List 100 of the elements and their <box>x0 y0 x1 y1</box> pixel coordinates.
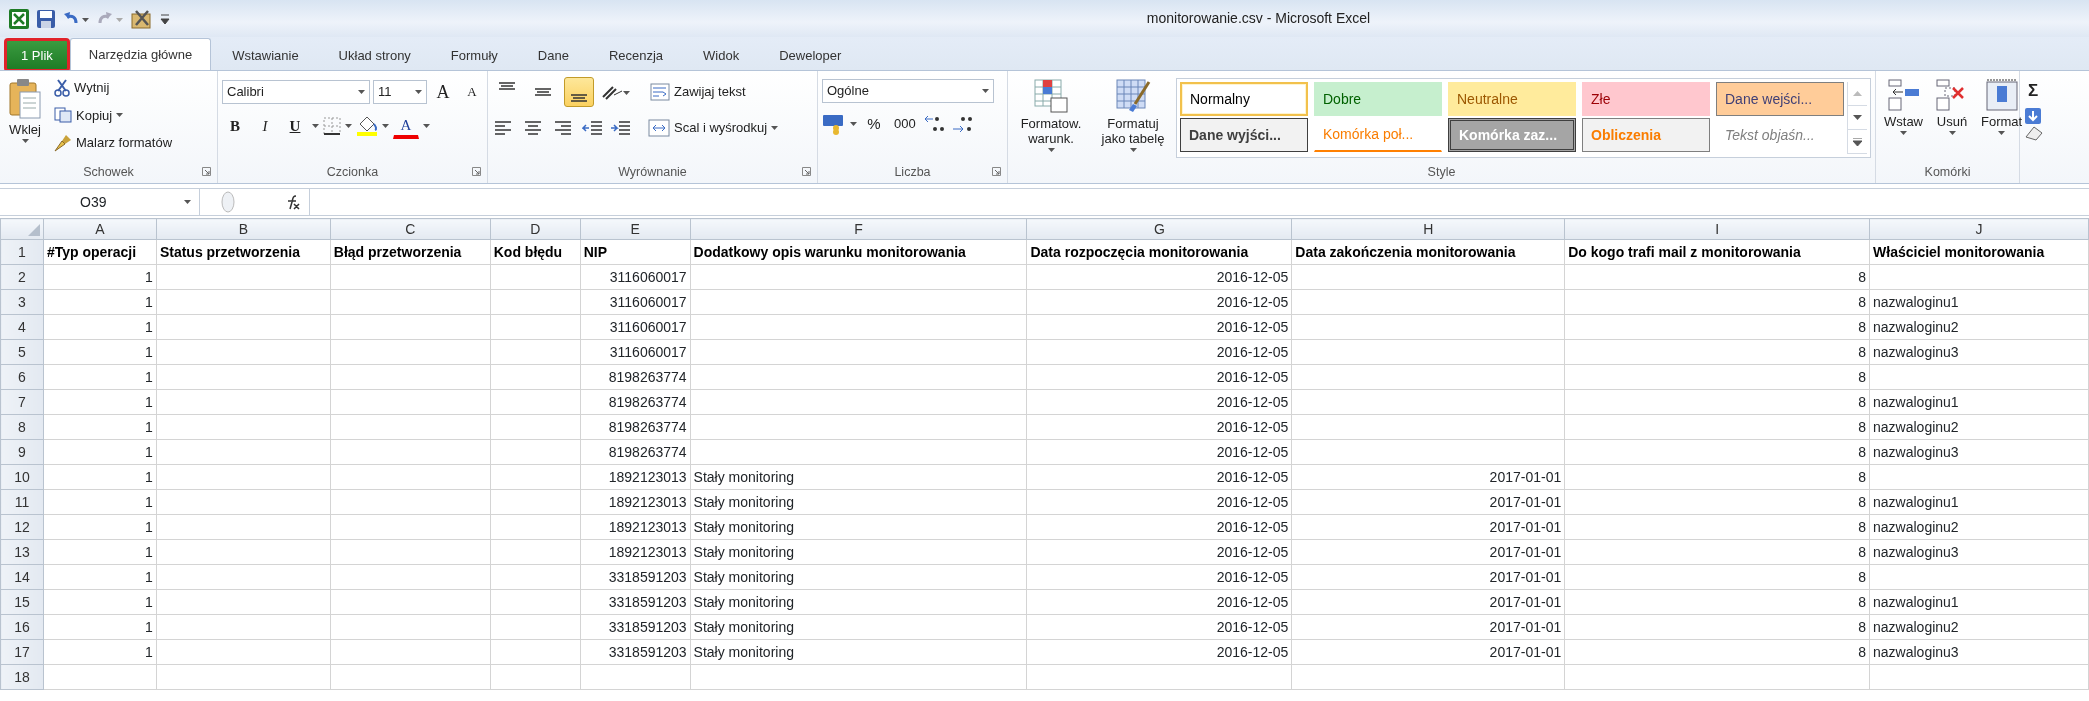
cell-style[interactable]: Dobre <box>1314 82 1442 116</box>
cell-style[interactable]: Dane wejści... <box>1716 82 1844 116</box>
ribbon-tab[interactable]: Narzędzia główne <box>69 38 212 70</box>
borders-icon[interactable] <box>323 117 341 135</box>
row-header[interactable]: 14 <box>0 564 44 590</box>
column-header[interactable]: F <box>690 218 1027 240</box>
cell-style[interactable]: Tekst objaśn... <box>1716 118 1844 152</box>
thousands-separator-button[interactable]: 000 <box>891 111 919 137</box>
row-header[interactable]: 1 <box>0 239 44 265</box>
column-header[interactable]: I <box>1564 218 1870 240</box>
spreadsheet-icon[interactable] <box>8 7 30 30</box>
column-header[interactable]: E <box>580 218 691 240</box>
caret-icon[interactable] <box>358 90 365 94</box>
caret-icon[interactable] <box>1900 131 1907 135</box>
shrink-font-button[interactable]: A <box>459 79 485 105</box>
autosum-button[interactable]: Σ <box>2024 75 2086 107</box>
row-header[interactable]: 8 <box>0 414 44 440</box>
ribbon-tab[interactable]: Wstawianie <box>213 40 318 70</box>
column-header[interactable]: G <box>1026 218 1292 240</box>
row-header[interactable]: 5 <box>0 339 44 365</box>
number-format-field[interactable]: Ogólne <box>822 79 994 103</box>
copy-button[interactable]: Kopiuj <box>50 102 177 128</box>
format-as-table-button[interactable]: Formatuj jako tabelę <box>1094 75 1172 161</box>
column-header[interactable]: D <box>490 218 581 240</box>
row-header[interactable]: 12 <box>0 514 44 540</box>
dialog-launcher-icon[interactable] <box>472 167 481 176</box>
font-size-field[interactable]: 11 <box>373 80 427 104</box>
ribbon-tab[interactable]: Układ strony <box>319 40 430 70</box>
paste-button[interactable]: Wklej <box>4 75 46 161</box>
row-header[interactable]: 9 <box>0 439 44 465</box>
row-header[interactable]: 16 <box>0 614 44 640</box>
format-cells-button[interactable]: Format <box>1977 75 2027 161</box>
row-header[interactable]: 11 <box>0 489 44 515</box>
row-header[interactable]: 3 <box>0 289 44 315</box>
conditional-formatting-button[interactable]: Formatow. warunk. <box>1012 75 1090 161</box>
caret-icon[interactable] <box>21 139 29 143</box>
font-color-button[interactable]: A <box>393 113 419 139</box>
row-header[interactable]: 4 <box>0 314 44 340</box>
ribbon-tab[interactable]: Deweloper <box>760 40 861 70</box>
caret-icon[interactable] <box>312 124 319 128</box>
fill-down-icon[interactable] <box>2024 106 2042 125</box>
cell-style[interactable]: Dane wyjści... <box>1180 118 1308 152</box>
column-header[interactable]: J <box>1869 218 2089 240</box>
cut-button[interactable]: Wytnij <box>50 75 177 101</box>
dialog-launcher-icon[interactable] <box>992 167 1001 176</box>
caret-icon[interactable] <box>423 124 430 128</box>
percent-button[interactable]: % <box>861 111 887 137</box>
function-icon[interactable] <box>285 194 301 210</box>
font-name-field[interactable]: Calibri <box>222 80 370 104</box>
ribbon-tab[interactable]: Dane <box>518 40 588 70</box>
name-box[interactable]: O39 <box>0 189 200 215</box>
column-header[interactable]: A <box>43 218 157 240</box>
cell-style[interactable]: Normalny <box>1180 82 1308 116</box>
caret-icon[interactable] <box>184 200 191 204</box>
row-header[interactable]: 18 <box>0 664 44 690</box>
caret-icon[interactable] <box>415 90 422 94</box>
delete-cells-button[interactable]: Usuń <box>1931 75 1973 161</box>
cell-style[interactable]: Neutralne <box>1448 82 1576 116</box>
cell-style[interactable]: Złe <box>1582 82 1710 116</box>
wrap-text-button[interactable]: Zawijaj tekst <box>646 79 750 105</box>
column-header[interactable]: H <box>1291 218 1565 240</box>
currency-icon[interactable] <box>822 113 846 135</box>
caret-icon[interactable] <box>116 113 124 118</box>
caret-icon[interactable] <box>1129 148 1137 152</box>
row-header[interactable]: 15 <box>0 589 44 615</box>
save-icon[interactable] <box>36 8 56 29</box>
bold-button[interactable]: B <box>222 113 248 139</box>
fill-color-icon[interactable] <box>356 115 378 137</box>
grow-font-button[interactable]: A <box>430 79 456 105</box>
column-header[interactable]: B <box>156 218 331 240</box>
ribbon-tab[interactable]: Widok <box>684 40 759 70</box>
scroll-down-icon[interactable] <box>1853 115 1862 120</box>
ribbon-tab[interactable]: Formuły <box>431 40 517 70</box>
orientation-icon[interactable] <box>600 83 630 101</box>
file-tab[interactable]: 1 Plik <box>6 40 68 70</box>
format-painter-button[interactable]: Malarz formatów <box>50 130 177 156</box>
underline-button[interactable]: U <box>282 113 308 139</box>
caret-icon[interactable] <box>1998 131 2006 135</box>
splitter-handle-icon[interactable] <box>221 191 235 213</box>
row-header[interactable]: 2 <box>0 264 44 290</box>
column-header[interactable]: C <box>330 218 491 240</box>
align-bottom-button[interactable] <box>564 77 594 107</box>
row-header[interactable]: 17 <box>0 639 44 665</box>
insert-cells-button[interactable]: Wstaw <box>1880 75 1927 161</box>
caret-icon[interactable] <box>982 89 989 93</box>
row-header[interactable]: 7 <box>0 389 44 415</box>
merge-center-button[interactable]: Scal i wyśrodkuj <box>644 115 783 141</box>
ribbon-tab[interactable]: Recenzja <box>589 40 683 70</box>
row-header[interactable]: 6 <box>0 364 44 390</box>
dialog-launcher-icon[interactable] <box>202 167 211 176</box>
eraser-icon[interactable] <box>2024 124 2044 141</box>
row-header[interactable]: 10 <box>0 464 44 490</box>
caret-icon[interactable] <box>382 124 389 128</box>
row-header[interactable]: 13 <box>0 539 44 565</box>
italic-button[interactable]: I <box>252 113 278 139</box>
caret-icon[interactable] <box>1047 148 1055 152</box>
more-icon[interactable] <box>1853 137 1862 146</box>
dialog-launcher-icon[interactable] <box>802 167 811 176</box>
caret-icon[interactable] <box>771 125 779 130</box>
caret-icon[interactable] <box>850 122 857 126</box>
